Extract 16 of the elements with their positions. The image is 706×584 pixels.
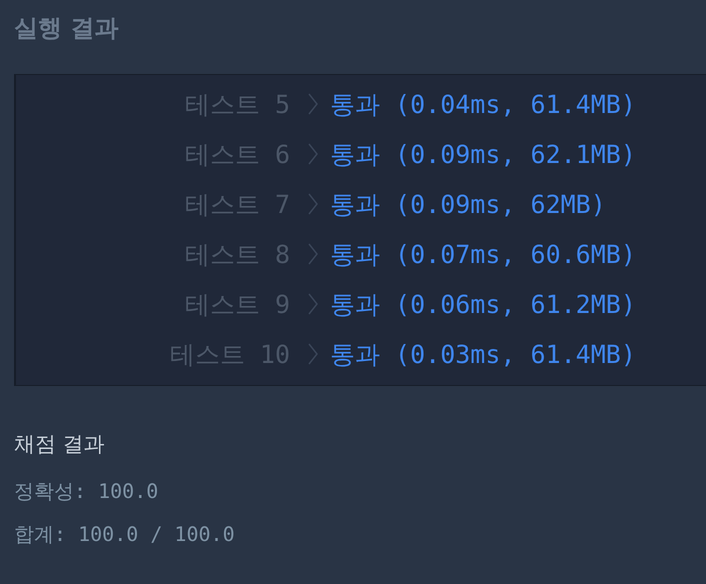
test-result: 통과 (0.09ms, 62.1MB) <box>330 138 636 170</box>
test-result: 통과 (0.09ms, 62MB) <box>330 188 606 220</box>
chevron-icon <box>308 243 318 265</box>
chevron-icon <box>308 343 318 365</box>
test-result: 통과 (0.04ms, 61.4MB) <box>330 88 636 120</box>
test-result: 통과 (0.06ms, 61.2MB) <box>330 288 636 320</box>
section-title: 실행 결과 <box>13 13 120 44</box>
chevron-icon <box>308 143 318 165</box>
grading-line: 정확성: 100.0 <box>14 478 160 505</box>
grading-title: 채점 결과 <box>14 431 106 458</box>
chevron-icon <box>308 93 318 115</box>
chevron-icon <box>308 193 318 215</box>
test-result: 통과 (0.03ms, 61.4MB) <box>330 338 636 370</box>
grading-line: 합계: 100.0 / 100.0 <box>14 521 236 548</box>
chevron-icon <box>308 293 318 315</box>
test-result: 통과 (0.07ms, 60.6MB) <box>330 238 636 270</box>
